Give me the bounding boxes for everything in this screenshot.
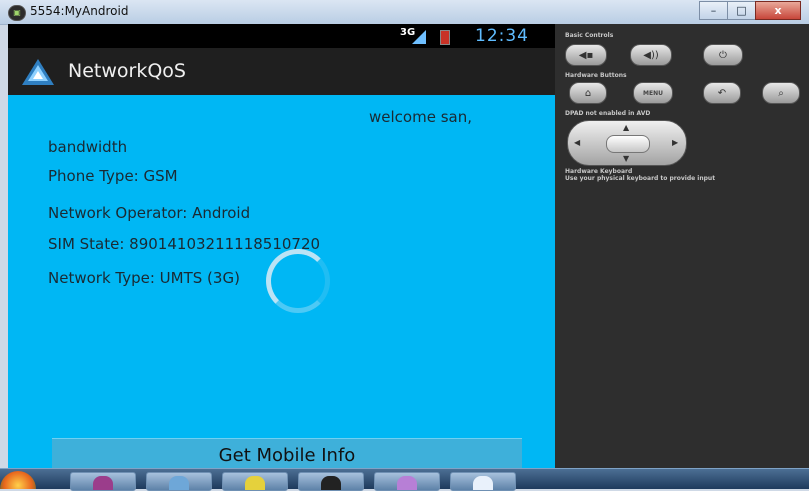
back-button[interactable]: ↶ [703,82,741,104]
device-screen: 3G 12:34 NetworkQoS welcome san, bandwid… [8,24,555,468]
close-button[interactable]: x [755,1,801,20]
taskbar-item-6[interactable] [450,472,516,491]
dpad-up-icon[interactable]: ▲ [623,123,629,132]
keyboard-note: Use your physical keyboard to provide in… [565,175,716,182]
minimize-button[interactable]: – [699,1,728,20]
start-button[interactable] [0,471,36,489]
volume-up-icon: ◀)) [643,49,659,61]
status-clock: 12:34 [475,26,529,46]
power-icon: ⏻ [719,49,727,61]
menu-button[interactable]: MENU [633,82,673,104]
welcome-text: welcome san, [369,108,472,126]
dpad-left-icon[interactable]: ◀ [574,138,580,147]
dpad-center[interactable] [606,135,650,153]
status-bar: 3G 12:34 [8,24,555,48]
taskbar-item-5[interactable] [374,472,440,491]
keyboard-title: Hardware Keyboard [565,168,633,175]
sim-state-text: SIM State: 89014103211118510720 [48,235,321,253]
phone-type-text: Phone Type: GSM [48,167,178,185]
home-icon: ⌂ [584,87,592,99]
emulator-app-icon: ▣ [8,5,26,21]
windows-taskbar [0,468,809,491]
emulator-controls-panel: Basic Controls ◀▪ ◀)) ⏻ Hardware Buttons… [555,24,809,468]
menu-label: MENU [643,89,663,97]
dpad-down-icon[interactable]: ▼ [623,154,629,163]
taskbar-item-1[interactable] [70,472,136,491]
taskbar-item-2[interactable] [146,472,212,491]
window-title: 5554:MyAndroid [30,4,129,18]
network-operator-text: Network Operator: Android [48,204,251,222]
search-button[interactable]: ⌕ [762,82,800,104]
window-title-bar: ▣ 5554:MyAndroid – □ x [0,0,809,25]
volume-down-icon: ◀▪ [578,49,594,61]
search-icon: ⌕ [778,87,784,99]
basic-controls-label: Basic Controls [565,32,614,39]
signal-icon [412,30,426,44]
hardware-buttons-label: Hardware Buttons [565,72,627,79]
dpad-right-icon[interactable]: ▶ [672,138,678,147]
loading-spinner-icon [266,249,330,313]
window-controls: – □ x [699,1,801,20]
volume-down-button[interactable]: ◀▪ [565,44,607,66]
home-button[interactable]: ⌂ [569,82,607,104]
taskbar-item-4[interactable] [298,472,364,491]
network-type-text: Network Type: UMTS (3G) [48,269,240,287]
back-icon: ↶ [717,87,727,99]
get-mobile-info-button[interactable]: Get Mobile Info [52,438,522,468]
app-title: NetworkQoS [68,60,186,82]
bandwidth-label: bandwidth [48,138,128,156]
volume-up-button[interactable]: ◀)) [630,44,672,66]
taskbar-item-3[interactable] [222,472,288,491]
dpad-icon[interactable]: ▲ ▼ ◀ ▶ [567,120,687,166]
battery-icon [440,30,450,45]
action-bar: NetworkQoS [8,48,555,95]
dpad-note: DPAD not enabled in AVD [565,110,651,117]
app-icon [22,59,54,85]
power-button[interactable]: ⏻ [703,44,743,66]
maximize-button[interactable]: □ [727,1,756,20]
